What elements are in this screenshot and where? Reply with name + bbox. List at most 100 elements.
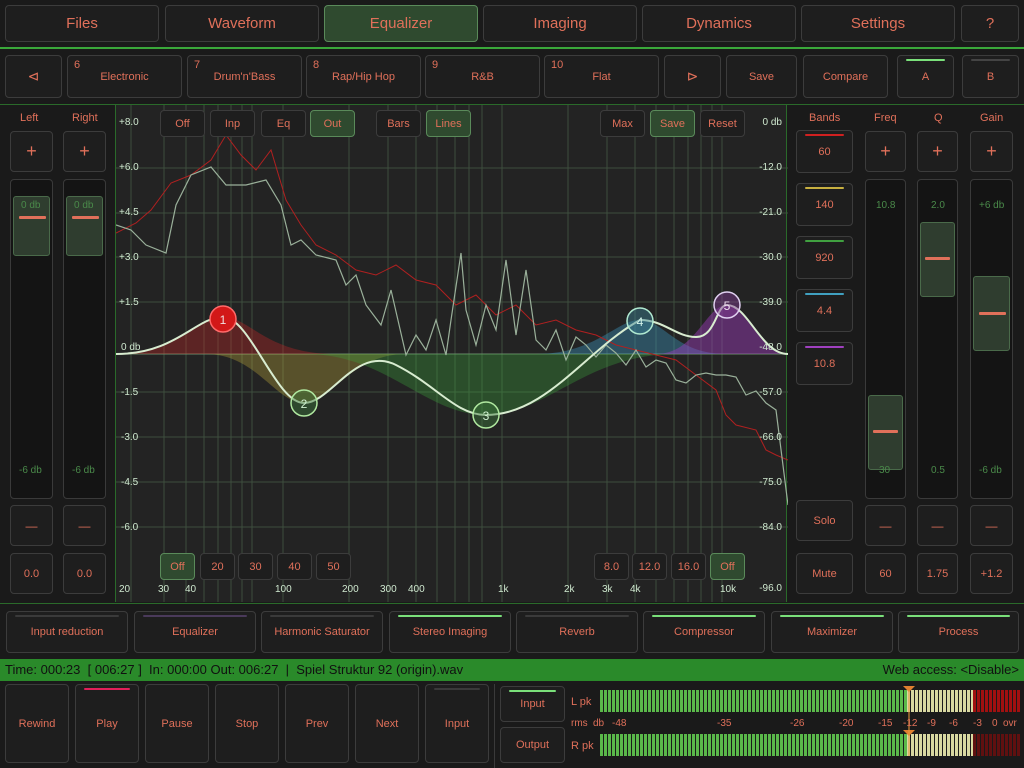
band-4-button[interactable]: 4.4: [796, 289, 853, 332]
freq-label: 20: [119, 584, 131, 595]
preset-flat[interactable]: 10 Flat: [544, 55, 659, 98]
preset-electronic[interactable]: 6 Electronic: [67, 55, 182, 98]
right-plus-button[interactable]: +: [63, 131, 106, 172]
compare-a-button[interactable]: A: [897, 55, 954, 98]
preset-prev-button[interactable]: ⊲: [5, 55, 62, 98]
freq-slider[interactable]: 10.8 30: [865, 179, 906, 499]
graph-out-button[interactable]: Out: [310, 110, 355, 137]
right-minus-button[interactable]: —: [63, 505, 106, 546]
eq-node-4[interactable]: 4: [626, 307, 654, 335]
right-gain-slider[interactable]: 0 db -6 db: [63, 179, 106, 499]
graph-off-button[interactable]: Off: [160, 110, 205, 137]
module-maximizer[interactable]: Maximizer: [771, 611, 893, 653]
right-axis-label: -75.0: [759, 477, 782, 488]
band-2-button[interactable]: 140: [796, 183, 853, 226]
button-label: Input: [444, 717, 470, 730]
graph-bars-button[interactable]: Bars: [376, 110, 421, 137]
module-equalizer[interactable]: Equalizer: [134, 611, 256, 653]
left-plus-button[interactable]: +: [10, 131, 53, 172]
left-gain-slider[interactable]: 0 db -6 db: [10, 179, 53, 499]
eq-node-5[interactable]: 5: [713, 291, 741, 319]
graph-lines-button[interactable]: Lines: [426, 110, 471, 137]
eq-node-2[interactable]: 2: [290, 389, 318, 417]
eq-node-1[interactable]: 1: [209, 305, 237, 333]
freq-label: 3k: [602, 584, 613, 595]
freq-minus-button[interactable]: —: [865, 505, 906, 546]
tab-imaging[interactable]: Imaging: [483, 5, 637, 42]
graph-save-button[interactable]: Save: [650, 110, 695, 137]
input-monitor-button[interactable]: Input: [425, 684, 489, 763]
lowcut-20-button[interactable]: 20: [200, 553, 235, 580]
compare-b-button[interactable]: B: [962, 55, 1019, 98]
preset-next-button[interactable]: ⊳: [664, 55, 721, 98]
left-minus-button[interactable]: —: [10, 505, 53, 546]
b-label: B: [986, 70, 995, 83]
stop-button[interactable]: Stop: [215, 684, 279, 763]
gain-minus-button[interactable]: —: [970, 505, 1013, 546]
next-button[interactable]: Next: [355, 684, 419, 763]
module-harmonic-saturator[interactable]: Harmonic Saturator: [261, 611, 383, 653]
button-label: Output: [515, 739, 550, 751]
tab-settings[interactable]: Settings: [801, 5, 955, 42]
highcut-off-button[interactable]: Off: [710, 553, 745, 580]
button-label: Lines: [435, 117, 462, 130]
status-bar: Time: 000:23 [ 006:27 ] In: 000:00 Out: …: [0, 659, 1024, 681]
tab-waveform[interactable]: Waveform: [165, 5, 319, 42]
meter-red-segment: [973, 690, 1020, 712]
mute-button[interactable]: Mute: [796, 553, 853, 594]
q-slider[interactable]: 2.0 0.5: [917, 179, 958, 499]
module-indicator: [652, 615, 756, 617]
band-1-button[interactable]: 60: [796, 130, 853, 173]
pause-button[interactable]: Pause: [145, 684, 209, 763]
preset-number: 7: [194, 59, 201, 71]
band-5-button[interactable]: 10.8: [796, 342, 853, 385]
graph-reset-button[interactable]: Reset: [700, 110, 745, 137]
graph-max-button[interactable]: Max: [600, 110, 645, 137]
prev-button[interactable]: Prev: [285, 684, 349, 763]
module-reverb[interactable]: Reverb: [516, 611, 638, 653]
module-compressor[interactable]: Compressor: [643, 611, 765, 653]
lowcut-off-button[interactable]: Off: [160, 553, 195, 580]
rewind-button[interactable]: Rewind: [5, 684, 69, 763]
lowcut-40-button[interactable]: 40: [277, 553, 312, 580]
meter-red-segment: [973, 734, 1020, 756]
gain-plus-button[interactable]: +: [970, 131, 1013, 172]
module-stereo-imaging[interactable]: Stereo Imaging: [389, 611, 511, 653]
meter-input-button[interactable]: Input: [500, 686, 565, 722]
preset-save-button[interactable]: Save: [726, 55, 797, 98]
lowcut-50-button[interactable]: 50: [316, 553, 351, 580]
highcut-16-button[interactable]: 16.0: [671, 553, 706, 580]
preset-number: 9: [432, 59, 439, 71]
tab-equalizer[interactable]: Equalizer: [324, 5, 478, 42]
button-label: 12.0: [638, 560, 661, 573]
q-plus-button[interactable]: +: [917, 131, 958, 172]
lowcut-30-button[interactable]: 30: [238, 553, 273, 580]
highcut-8-button[interactable]: 8.0: [594, 553, 629, 580]
q-minus-button[interactable]: —: [917, 505, 958, 546]
tab-files[interactable]: Files: [5, 5, 159, 42]
preset-drumnbass[interactable]: 7 Drum'n'Bass: [187, 55, 302, 98]
tab-help[interactable]: ?: [961, 5, 1019, 42]
compare-button[interactable]: Compare: [803, 55, 888, 98]
module-input-reduction[interactable]: Input reduction: [6, 611, 128, 653]
button-label: Out: [323, 117, 342, 130]
band-value: 140: [815, 198, 834, 211]
play-button[interactable]: Play: [75, 684, 139, 763]
meter-output-button[interactable]: Output: [500, 727, 565, 763]
band-3-button[interactable]: 920: [796, 236, 853, 279]
eq-graph[interactable]: 1 2 3 4 5 +8.0 +6.0 +4.5 +3.0 +1.5 0 db …: [115, 105, 788, 602]
preset-rap-hiphop[interactable]: 8 Rap/Hip Hop: [306, 55, 421, 98]
gain-slider[interactable]: +6 db -6 db: [970, 179, 1013, 499]
right-axis-label: -48.0: [759, 342, 782, 353]
preset-rnb[interactable]: 9 R&B: [425, 55, 540, 98]
web-access-status[interactable]: Web access: <Disable>: [883, 662, 1019, 677]
freq-plus-button[interactable]: +: [865, 131, 906, 172]
eq-node-3[interactable]: 3: [472, 401, 500, 429]
solo-button[interactable]: Solo: [796, 500, 853, 541]
module-process[interactable]: Process: [898, 611, 1019, 653]
graph-eq-button[interactable]: Eq: [261, 110, 306, 137]
graph-inp-button[interactable]: Inp: [210, 110, 255, 137]
tab-dynamics[interactable]: Dynamics: [642, 5, 796, 42]
module-indicator: [270, 615, 374, 617]
highcut-12-button[interactable]: 12.0: [632, 553, 667, 580]
